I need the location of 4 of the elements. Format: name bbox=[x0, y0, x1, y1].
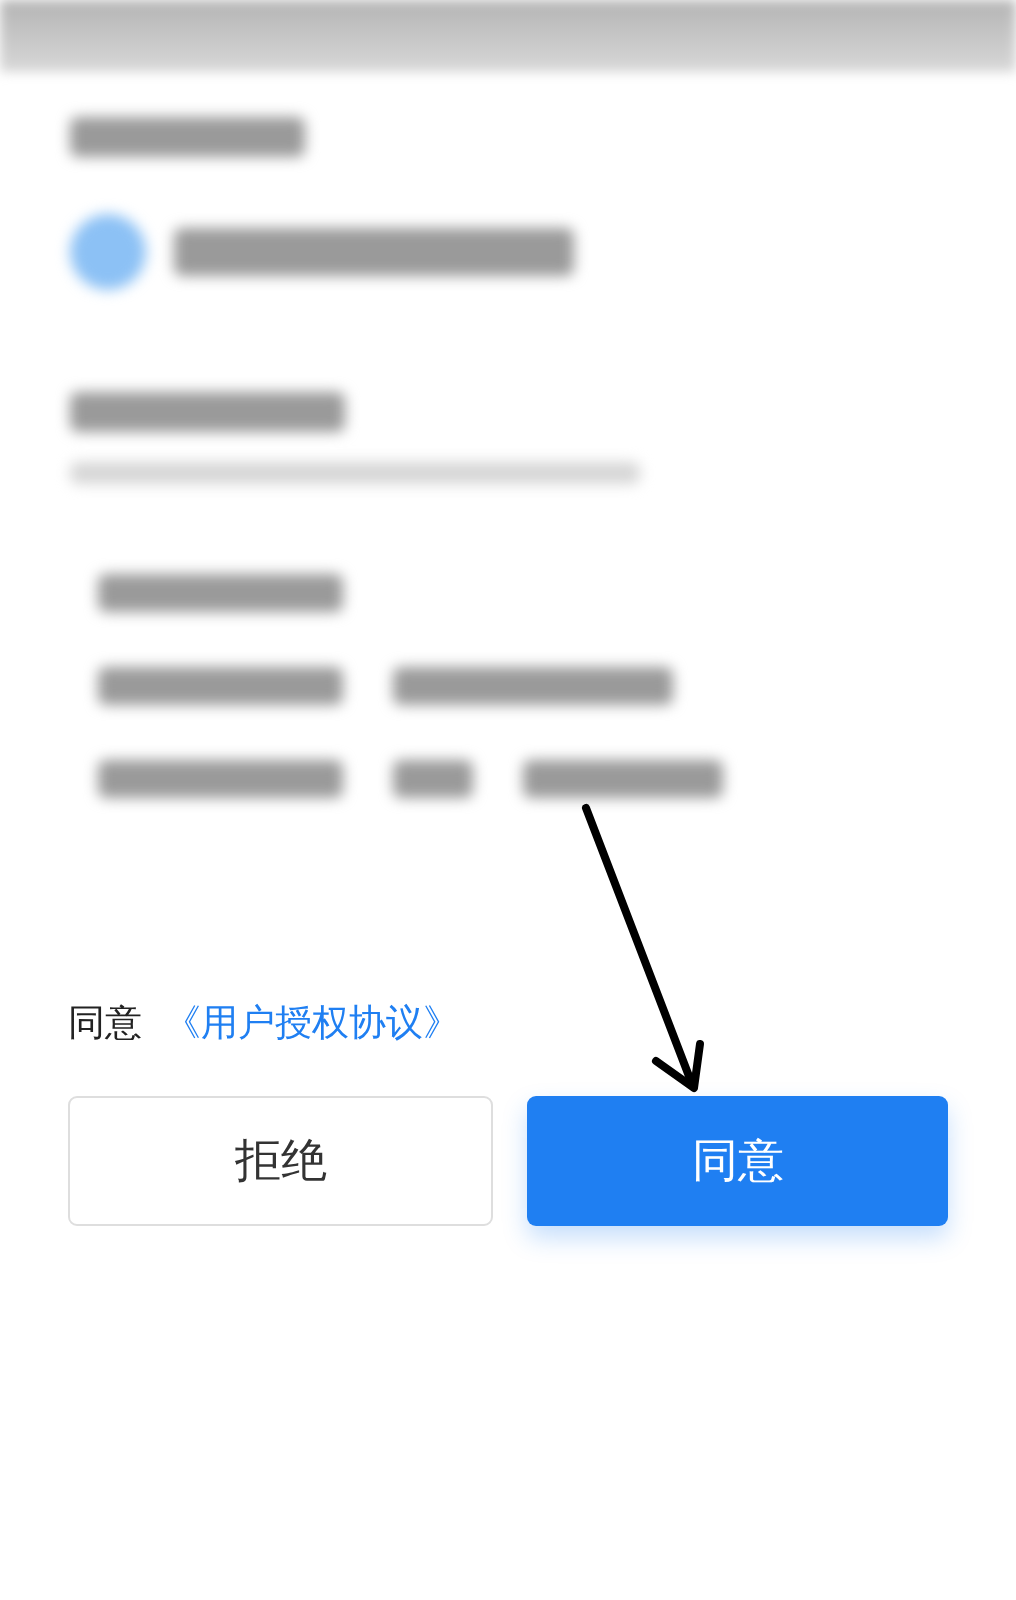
agree-button[interactable]: 同意 bbox=[527, 1096, 948, 1226]
consent-text: 同意 bbox=[68, 1000, 142, 1046]
agreement-link[interactable]: 《用户授权协议》 bbox=[164, 998, 460, 1048]
reject-button[interactable]: 拒绝 bbox=[68, 1096, 493, 1226]
